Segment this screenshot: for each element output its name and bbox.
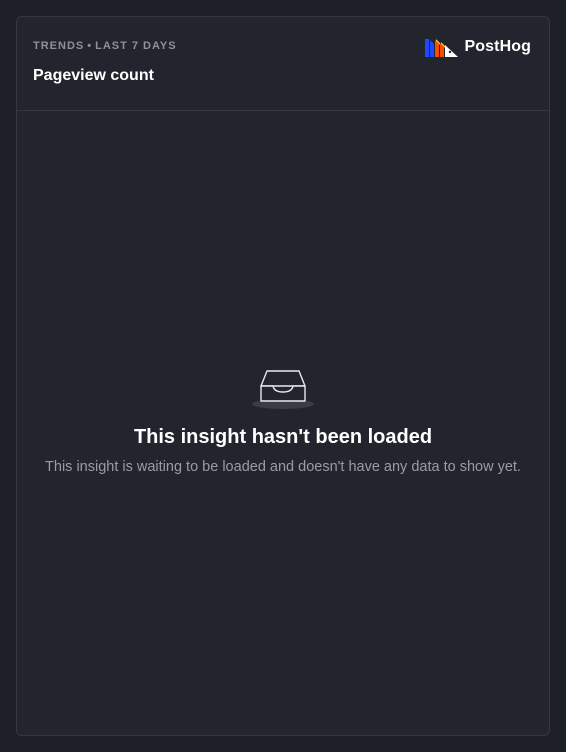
insight-type: Trends	[33, 40, 85, 52]
empty-state: This insight hasn't been loaded This ins…	[17, 367, 549, 477]
posthog-brand[interactable]: PostHog	[424, 37, 531, 57]
insight-title[interactable]: Pageview count	[33, 66, 533, 86]
insight-card: Trends • Last 7 days Pageview count PostHo…	[16, 16, 550, 736]
insight-date-range: Last 7 days	[95, 40, 177, 52]
card-header: Trends • Last 7 days Pageview count PostHo…	[17, 17, 549, 111]
brand-name: PostHog	[464, 38, 531, 55]
posthog-logo-icon	[424, 39, 458, 57]
subtitle-separator: •	[87, 40, 93, 52]
empty-state-title: This insight hasn't been loaded	[133, 426, 433, 448]
empty-state-description: This insight is waiting to be loaded and…	[45, 459, 521, 475]
inbox-icon	[252, 370, 314, 409]
